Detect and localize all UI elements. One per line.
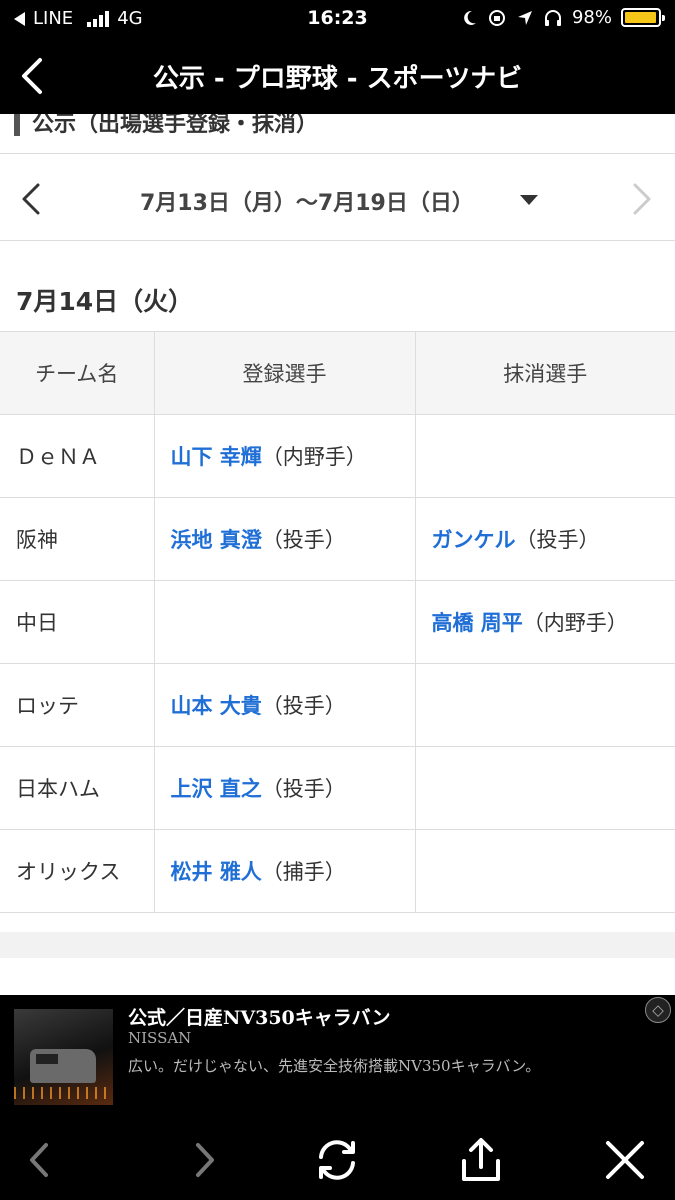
close-icon <box>606 1141 644 1179</box>
dropdown-caret-icon[interactable] <box>520 195 538 205</box>
player-position: （内野手） <box>261 445 367 469</box>
browser-forward-button[interactable] <box>178 1135 228 1185</box>
header-registered: 登録選手 <box>153 331 416 415</box>
player-link[interactable]: ガンケル <box>432 528 516 552</box>
table-row: 日本ハム 上沢 直之（投手） <box>0 746 675 830</box>
section-title: 公示（出場選手登録・抹消） <box>32 114 319 137</box>
player-position: （投手） <box>261 528 346 552</box>
player-position: （投手） <box>515 528 600 552</box>
table-row: 中日 高橋 周平（内野手） <box>0 580 675 664</box>
player-position: （投手） <box>261 694 346 718</box>
ad-title[interactable]: 公式／日産NV350キャラバン <box>128 1003 391 1030</box>
next-week-button[interactable] <box>623 179 659 219</box>
browser-toolbar <box>0 1121 675 1200</box>
nav-bar: 公示 - プロ野球 - スポーツナビ <box>0 38 675 114</box>
removed-cell <box>414 829 675 913</box>
section-divider <box>0 932 675 958</box>
team-name: 中日 <box>0 580 155 664</box>
registered-cell: 山下 幸輝（内野手） <box>153 414 416 498</box>
battery-fill <box>625 12 657 23</box>
share-button[interactable] <box>456 1135 506 1185</box>
section-header: 公示（出場選手登録・抹消） <box>0 114 675 154</box>
battery-icon <box>621 8 665 27</box>
player-link[interactable]: 上沢 直之 <box>171 777 262 801</box>
player-link[interactable]: 山下 幸輝 <box>171 445 262 469</box>
player-link[interactable]: 松井 雅人 <box>171 860 262 884</box>
roster-table: チーム名 登録選手 抹消選手 ＤｅＮＡ 山下 幸輝（内野手） 阪神 浜地 真澄（… <box>0 331 675 913</box>
registered-cell: 上沢 直之（投手） <box>153 746 416 830</box>
registered-cell: 山本 大貴（投手） <box>153 663 416 747</box>
table-row: ロッテ 山本 大貴（投手） <box>0 663 675 747</box>
table-row: ＤｅＮＡ 山下 幸輝（内野手） <box>0 414 675 498</box>
player-link[interactable]: 山本 大貴 <box>171 694 262 718</box>
sparks-decoration <box>14 1087 113 1099</box>
section-accent-bar <box>14 114 20 136</box>
headphones-icon <box>544 9 561 26</box>
battery-percent: 98% <box>571 7 612 28</box>
ad-image[interactable] <box>14 1009 113 1105</box>
rotation-lock-icon <box>488 9 505 26</box>
team-name: ロッテ <box>0 663 155 747</box>
week-range-label[interactable]: 7月13日（月）〜7月19日（日） <box>140 185 474 217</box>
table-header-row: チーム名 登録選手 抹消選手 <box>0 331 675 415</box>
team-name: オリックス <box>0 829 155 913</box>
reload-button[interactable] <box>312 1135 362 1185</box>
status-bar: LINE 4G 16:23 98% <box>0 0 675 38</box>
ad-banner[interactable]: 公式／日産NV350キャラバン NISSAN 広い。だけじゃない、先進安全技術搭… <box>0 995 675 1121</box>
team-name: ＤｅＮＡ <box>0 414 155 498</box>
team-name: 阪神 <box>0 497 155 581</box>
share-icon <box>462 1138 500 1181</box>
nav-back-button[interactable] <box>14 54 54 98</box>
reload-icon <box>319 1140 355 1180</box>
page-title: 公示 - プロ野球 - スポーツナビ <box>152 64 523 94</box>
player-position: （捕手） <box>261 860 346 884</box>
van-image <box>30 1049 96 1083</box>
ad-sponsor: NISSAN <box>128 1029 192 1047</box>
player-position: （内野手） <box>522 611 628 635</box>
header-team: チーム名 <box>0 331 155 415</box>
chevron-right-icon <box>196 1143 214 1177</box>
registered-cell: 松井 雅人（捕手） <box>153 829 416 913</box>
moon-icon <box>464 10 476 25</box>
removed-cell: ガンケル（投手） <box>414 497 675 581</box>
removed-cell: 高橋 周平（内野手） <box>414 580 675 664</box>
removed-cell <box>414 746 675 830</box>
registered-cell <box>153 580 416 664</box>
table-row: オリックス 松井 雅人（捕手） <box>0 829 675 913</box>
ad-description: 広い。だけじゃない、先進安全技術搭載NV350キャラバン。 <box>128 1057 541 1075</box>
location-icon <box>517 10 532 25</box>
team-name: 日本ハム <box>0 746 155 830</box>
ad-info-icon[interactable]: ◇ <box>645 997 671 1023</box>
player-link[interactable]: 高橋 周平 <box>432 611 523 635</box>
chevron-left-icon <box>30 1143 48 1177</box>
browser-back-button[interactable] <box>16 1135 66 1185</box>
day-heading: 7月14日（火） <box>16 287 194 316</box>
header-removed: 抹消選手 <box>414 331 675 415</box>
table-row: 阪神 浜地 真澄（投手） ガンケル（投手） <box>0 497 675 581</box>
chevron-left-icon <box>22 58 42 94</box>
player-link[interactable]: 浜地 真澄 <box>171 528 262 552</box>
removed-cell <box>414 663 675 747</box>
registered-cell: 浜地 真澄（投手） <box>153 497 416 581</box>
prev-week-button[interactable] <box>14 179 50 219</box>
week-selector: 7月13日（月）〜7月19日（日） <box>0 155 675 241</box>
removed-cell <box>414 414 675 498</box>
chevron-left-icon <box>22 183 40 215</box>
close-button[interactable] <box>600 1135 650 1185</box>
player-position: （投手） <box>261 777 346 801</box>
chevron-right-icon <box>633 183 651 215</box>
status-icons: 98% <box>460 7 665 28</box>
